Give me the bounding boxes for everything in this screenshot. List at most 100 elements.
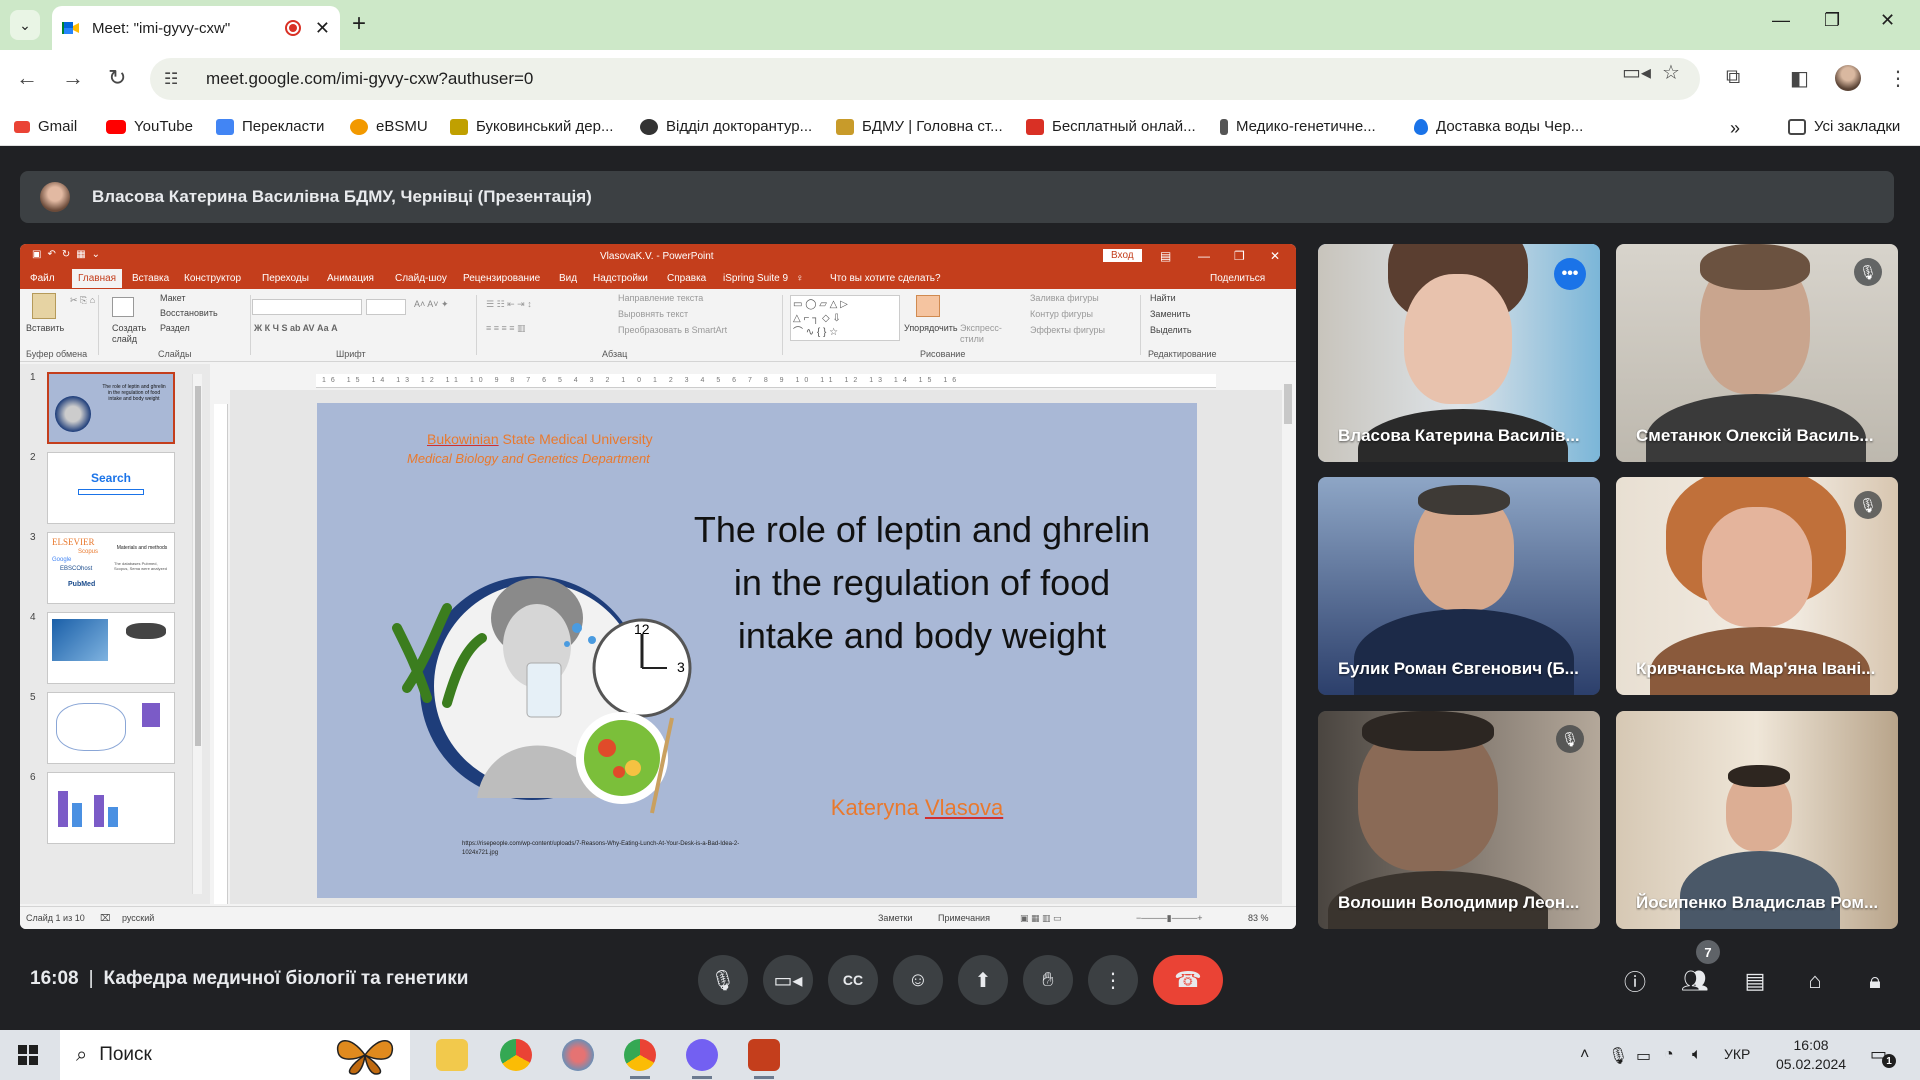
powerpoint-icon[interactable] bbox=[748, 1039, 780, 1079]
spellcheck-icon[interactable]: ⌧ bbox=[100, 913, 110, 924]
windows-start-icon[interactable] bbox=[18, 1045, 38, 1065]
participant-tile-3[interactable]: Булик Роман Євгенович (Б... bbox=[1318, 477, 1600, 695]
reactions-button[interactable]: ☺ bbox=[893, 955, 943, 1005]
new-slide-icon[interactable] bbox=[112, 297, 134, 317]
menu-animation[interactable]: Анимация bbox=[327, 273, 374, 284]
arrange-icon[interactable] bbox=[916, 295, 940, 317]
menu-transitions[interactable]: Переходы bbox=[262, 273, 309, 284]
editor-scrollbar[interactable] bbox=[1282, 374, 1294, 904]
camera-button[interactable]: ▭◂ bbox=[763, 955, 813, 1005]
arrange-button[interactable]: Упорядочить bbox=[904, 323, 958, 333]
align-text-button[interactable]: Выровнять текст bbox=[618, 309, 688, 319]
close-window-icon[interactable]: ✕ bbox=[1880, 10, 1895, 31]
participant-tile-5[interactable]: 🎙︎ Волошин Володимир Леон... bbox=[1318, 711, 1600, 929]
current-slide[interactable]: Bukowinian State Medical University Medi… bbox=[317, 403, 1197, 898]
language-status[interactable]: русский bbox=[122, 913, 154, 923]
pp-restore-icon[interactable]: ❐ bbox=[1234, 249, 1245, 263]
view-mode-icons[interactable]: ▣ ▦ ▥ ▭ bbox=[1020, 913, 1062, 924]
share-button[interactable]: Поделиться bbox=[1210, 273, 1265, 284]
bookmark-gmail[interactable]: Gmail bbox=[14, 118, 77, 135]
reset-button[interactable]: Восстановить bbox=[160, 308, 218, 318]
menu-slideshow[interactable]: Слайд-шоу bbox=[395, 273, 447, 284]
select-button[interactable]: Выделить bbox=[1150, 325, 1192, 335]
microphone-button[interactable]: 🎙︎ bbox=[698, 955, 748, 1005]
shape-effects-button[interactable]: Эффекты фигуры bbox=[1030, 325, 1105, 335]
bookmark-bukovyna[interactable]: Буковинський дер... bbox=[450, 118, 613, 135]
bookmark-free-online[interactable]: Бесплатный онлай... bbox=[1026, 118, 1196, 135]
forward-icon[interactable]: → bbox=[62, 65, 84, 91]
thumb-slide-4[interactable] bbox=[47, 612, 175, 684]
input-language[interactable]: УКР bbox=[1724, 1046, 1750, 1062]
text-direction-button[interactable]: Направление текста bbox=[618, 293, 703, 303]
ribbon-display-icon[interactable]: ▤ bbox=[1160, 249, 1171, 263]
cut-copy-icons[interactable]: ✂ ⎘ ⌂ bbox=[70, 295, 95, 306]
section-button[interactable]: Раздел bbox=[160, 323, 190, 333]
font-style-icons[interactable]: Ж К Ч S аb AV Аа А bbox=[254, 323, 338, 333]
close-tab-icon[interactable]: ✕ bbox=[315, 18, 330, 39]
pp-close-icon[interactable]: ✕ bbox=[1270, 249, 1280, 263]
bookmark-ebsmu[interactable]: eBSMU bbox=[350, 118, 428, 135]
menu-view[interactable]: Вид bbox=[559, 273, 577, 284]
tell-me-box[interactable]: Что вы хотите сделать? bbox=[830, 273, 941, 284]
volume-icon[interactable]: 🔈︎ bbox=[1692, 1046, 1702, 1064]
chrome-menu-icon[interactable]: ⋮ bbox=[1888, 66, 1908, 91]
raise-hand-button[interactable]: ✋︎ bbox=[1023, 955, 1073, 1005]
paint-app-icon[interactable] bbox=[562, 1039, 594, 1071]
taskbar-clock[interactable]: 16:08 05.02.2024 bbox=[1776, 1036, 1846, 1074]
shape-outline-button[interactable]: Контур фигуры bbox=[1030, 309, 1093, 319]
chrome-profile-icon[interactable] bbox=[624, 1039, 656, 1079]
layout-button[interactable]: Макет bbox=[160, 293, 185, 303]
bookmark-doctoral[interactable]: Відділ докторантур... bbox=[640, 118, 812, 135]
bookmark-bdmu[interactable]: БДМУ | Головна ст... bbox=[836, 118, 1003, 135]
more-bookmarks-icon[interactable]: » bbox=[1730, 118, 1740, 139]
zoom-slider[interactable]: −────▮────+ bbox=[1136, 913, 1202, 924]
site-info-icon[interactable]: ☷ bbox=[164, 69, 188, 89]
thumbs-scrollbar[interactable] bbox=[192, 374, 202, 894]
menu-review[interactable]: Рецензирование bbox=[463, 273, 540, 284]
more-options-button[interactable]: ⋮ bbox=[1088, 955, 1138, 1005]
menu-ispring[interactable]: iSpring Suite 9 bbox=[723, 273, 788, 284]
profile-avatar[interactable] bbox=[1835, 65, 1861, 91]
extensions-icon[interactable]: ⧉ bbox=[1726, 66, 1740, 89]
all-bookmarks[interactable]: Усі закладки bbox=[1788, 118, 1900, 135]
notes-button[interactable]: Заметки bbox=[878, 913, 912, 923]
tab-search-dropdown[interactable]: ⌄ bbox=[10, 10, 40, 40]
bookmark-water-delivery[interactable]: Доставка воды Чер... bbox=[1414, 118, 1583, 135]
people-icon[interactable]: 👥︎ bbox=[1680, 966, 1710, 996]
thumb-slide-5[interactable] bbox=[47, 692, 175, 764]
battery-icon[interactable]: ▭ bbox=[1636, 1046, 1651, 1066]
host-controls-icon[interactable]: 🔒︎ bbox=[1860, 966, 1890, 996]
menu-file[interactable]: Файл bbox=[30, 273, 55, 284]
paste-label[interactable]: Вставить bbox=[26, 323, 64, 333]
zoom-level[interactable]: 83 % bbox=[1248, 913, 1269, 923]
reload-icon[interactable]: ↻ bbox=[108, 65, 126, 91]
leave-call-button[interactable]: ☎︎ bbox=[1153, 955, 1223, 1005]
show-hidden-icons[interactable]: ˄ bbox=[1580, 1046, 1589, 1064]
bookmark-translate[interactable]: Перекласти bbox=[216, 118, 324, 135]
quick-styles-button[interactable]: Экспресс-стили bbox=[960, 323, 1004, 345]
participant-tile-1[interactable]: ••• Власова Катерина Василів... bbox=[1318, 244, 1600, 462]
meeting-details-icon[interactable]: ⓘ bbox=[1620, 966, 1650, 996]
thumb-slide-1[interactable]: The role of leptin and ghrelin in the re… bbox=[47, 372, 175, 444]
bookmark-youtube[interactable]: YouTube bbox=[106, 118, 193, 135]
font-name-field[interactable] bbox=[252, 299, 362, 315]
thumb-slide-6[interactable] bbox=[47, 772, 175, 844]
find-button[interactable]: Найти bbox=[1150, 293, 1176, 303]
wifi-icon[interactable]: ◔ bbox=[1664, 1046, 1674, 1064]
menu-insert[interactable]: Вставка bbox=[132, 273, 169, 284]
present-button[interactable]: ⬆ bbox=[958, 955, 1008, 1005]
signin-button[interactable]: Вход bbox=[1103, 249, 1142, 262]
menu-home[interactable]: Главная bbox=[72, 269, 123, 288]
participant-tile-4[interactable]: 🎙︎ Кривчанська Мар'яна Івані... bbox=[1616, 477, 1898, 695]
restore-window-icon[interactable]: ❐ bbox=[1824, 10, 1840, 31]
thumb-slide-3[interactable]: ELSEVIER Scopus Google EBSCOhost PubMed … bbox=[47, 532, 175, 604]
taskbar-search[interactable]: ⌕ Поиск bbox=[60, 1030, 410, 1080]
back-icon[interactable]: ← bbox=[16, 65, 38, 91]
participant-tile-2[interactable]: 🎙︎ Сметанюк Олексій Василь... bbox=[1616, 244, 1898, 462]
shape-fill-button[interactable]: Заливка фигуры bbox=[1030, 293, 1099, 303]
chat-icon[interactable]: ▤ bbox=[1740, 966, 1770, 996]
address-bar[interactable]: ☷ meet.google.com/imi-gyvy-cxw?authuser=… bbox=[150, 58, 1700, 100]
participant-tile-6[interactable]: Йосипенко Владислав Ром... bbox=[1616, 711, 1898, 929]
minimize-window-icon[interactable]: — bbox=[1772, 10, 1790, 31]
viber-icon[interactable] bbox=[686, 1039, 718, 1079]
